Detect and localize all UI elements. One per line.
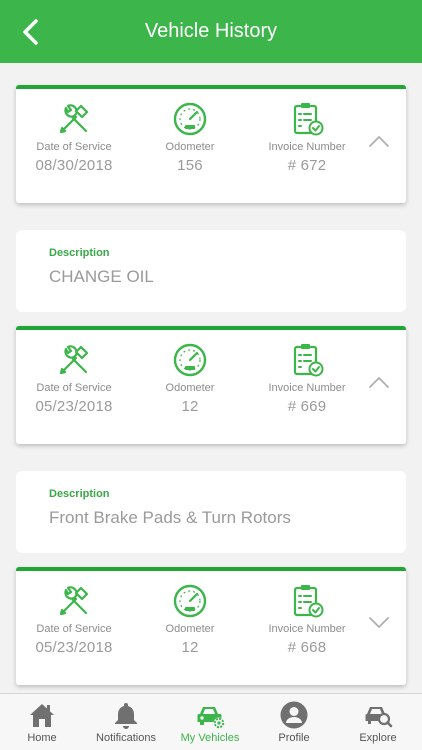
clipboard-check-icon [293, 103, 324, 136]
wrench-screwdriver-icon [59, 345, 89, 375]
description-card: Description Front Brake Pads & Turn Roto… [16, 471, 406, 553]
app-header: Vehicle History [0, 0, 422, 63]
clipboard-check-icon [293, 585, 324, 618]
speedometer-icon [173, 343, 207, 377]
date-of-service-column: Date of Service 08/30/2018 [9, 101, 139, 174]
tab-label: Notifications [96, 732, 156, 744]
tab-label: Explore [359, 732, 397, 744]
date-of-service-column: Date of Service 05/23/2018 [9, 342, 139, 415]
date-label: Date of Service [36, 141, 112, 153]
date-value: 05/23/2018 [35, 398, 113, 415]
car-gear-icon [197, 707, 225, 729]
page-title: Vehicle History [144, 20, 278, 42]
invoice-value: # 668 [287, 639, 327, 656]
tab-profile[interactable]: Profile [252, 694, 336, 750]
chevron-down-icon[interactable] [367, 615, 391, 631]
chevron-up-icon[interactable] [367, 133, 391, 149]
tab-explore[interactable]: Explore [336, 694, 420, 750]
home-icon [30, 704, 54, 727]
invoice-column: Invoice Number # 668 [242, 583, 372, 656]
odometer-value: 156 [177, 157, 203, 174]
odometer-value: 12 [181, 398, 199, 415]
description-text: Front Brake Pads & Turn Rotors [49, 508, 291, 527]
car-search-icon [365, 707, 393, 728]
chevron-up-icon[interactable] [367, 374, 391, 390]
odometer-column: Odometer 12 [125, 583, 255, 656]
invoice-column: Invoice Number # 672 [242, 101, 372, 174]
invoice-label: Invoice Number [268, 382, 346, 394]
description-card: Description CHANGE OIL [16, 230, 406, 312]
tab-label: Profile [278, 732, 310, 744]
description-text: CHANGE OIL [49, 267, 154, 286]
service-record-card[interactable]: Date of Service 08/30/2018 Odometer 156 [16, 85, 406, 203]
odometer-column: Odometer 12 [125, 342, 255, 415]
date-of-service-column: Date of Service 05/23/2018 [9, 583, 139, 656]
bottom-tab-bar: Home Notifications My Vehicles Profile E… [0, 693, 422, 750]
service-record-card[interactable]: Date of Service 05/23/2018 Odometer 12 I… [16, 567, 406, 685]
invoice-label: Invoice Number [268, 623, 346, 635]
odometer-label: Odometer [165, 141, 215, 153]
history-list[interactable]: Date of Service 08/30/2018 Odometer 156 [0, 63, 422, 693]
invoice-value: # 672 [287, 157, 327, 174]
odometer-label: Odometer [165, 623, 215, 635]
invoice-value: # 669 [287, 398, 327, 415]
speedometer-icon [173, 584, 207, 618]
invoice-label: Invoice Number [268, 141, 346, 153]
date-label: Date of Service [36, 623, 112, 635]
tab-label: Home [27, 732, 57, 744]
date-label: Date of Service [36, 382, 112, 394]
bell-icon [115, 703, 137, 729]
wrench-screwdriver-icon [59, 586, 89, 616]
odometer-column: Odometer 156 [125, 101, 255, 174]
speedometer-icon [173, 102, 207, 136]
tab-label: My Vehicles [180, 732, 240, 744]
service-record-card[interactable]: Date of Service 05/23/2018 Odometer 12 I… [16, 326, 406, 444]
date-value: 08/30/2018 [35, 157, 113, 174]
odometer-label: Odometer [165, 382, 215, 394]
tab-my-vehicles[interactable]: My Vehicles [168, 694, 252, 750]
clipboard-check-icon [293, 344, 324, 377]
description-label: Description [49, 247, 110, 259]
description-label: Description [49, 488, 110, 500]
tab-notifications[interactable]: Notifications [84, 694, 168, 750]
tab-home[interactable]: Home [0, 694, 84, 750]
invoice-column: Invoice Number # 669 [242, 342, 372, 415]
odometer-value: 12 [181, 639, 199, 656]
wrench-screwdriver-icon [59, 104, 89, 134]
date-value: 05/23/2018 [35, 639, 113, 656]
profile-icon [280, 701, 308, 729]
